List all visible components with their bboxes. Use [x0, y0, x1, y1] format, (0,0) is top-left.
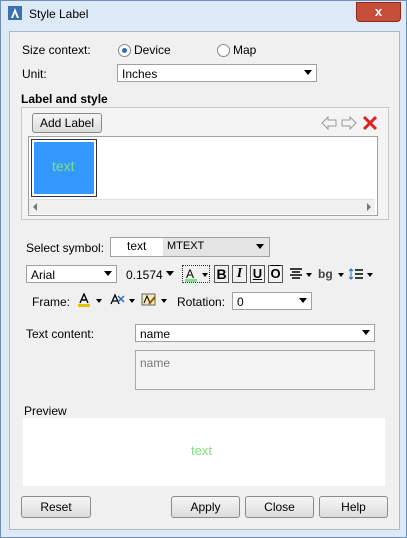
bold-button[interactable]: B: [214, 265, 229, 283]
text-content-label: Text content:: [26, 327, 95, 341]
chevron-down-icon: [166, 271, 174, 276]
scroll-left-icon[interactable]: [33, 203, 37, 211]
symbol-selector[interactable]: text MTEXT: [110, 237, 270, 257]
text-color-button[interactable]: A: [182, 265, 210, 283]
reset-button[interactable]: Reset: [21, 496, 91, 518]
frame-color-button[interactable]: [138, 291, 168, 309]
arrow-right-icon[interactable]: [340, 114, 358, 132]
chevron-down-icon: [104, 271, 112, 276]
text-content-value: name: [140, 327, 171, 341]
font-value: Arial: [31, 268, 56, 282]
chevron-down-icon: [96, 299, 102, 303]
radio-map-label[interactable]: Map: [233, 43, 256, 57]
unit-value: Inches: [122, 67, 158, 81]
style-label-dialog: Style Label x Size context: Device Map U…: [0, 0, 407, 538]
chevron-down-icon: [338, 273, 344, 277]
preview-text: text: [191, 443, 212, 458]
align-button[interactable]: [286, 265, 314, 283]
label-thumbnail[interactable]: text: [31, 139, 97, 197]
overline-button[interactable]: O: [268, 265, 283, 283]
close-icon: x: [374, 4, 383, 19]
radio-device-label[interactable]: Device: [134, 43, 171, 57]
arrow-left-icon[interactable]: [320, 114, 338, 132]
window-title: Style Label: [29, 7, 89, 21]
chevron-down-icon: [362, 330, 370, 335]
size-dropdown[interactable]: 0.1574: [121, 265, 179, 283]
unit-dropdown[interactable]: Inches: [117, 64, 317, 82]
font-color-icon: [78, 293, 90, 307]
size-value: 0.1574: [126, 268, 163, 282]
font-color-button[interactable]: [74, 291, 104, 309]
line-spacing-icon: [349, 268, 363, 280]
background-button[interactable]: bg: [316, 265, 344, 283]
chevron-down-icon: [304, 70, 312, 75]
rotation-dropdown[interactable]: 0: [232, 292, 312, 310]
delete-icon[interactable]: [361, 114, 379, 132]
radio-device[interactable]: [118, 44, 131, 57]
chevron-down-icon: [367, 273, 373, 277]
symbol-type-value: MTEXT: [167, 240, 205, 252]
frame-style-button[interactable]: [106, 291, 136, 309]
label-and-style-heading: Label and style: [21, 92, 108, 106]
font-dropdown[interactable]: Arial: [26, 265, 117, 283]
line-spacing-button[interactable]: [346, 265, 374, 283]
frame-style-icon: [110, 293, 125, 305]
size-context-label: Size context:: [22, 43, 91, 57]
autocad-map-icon: [8, 6, 22, 20]
symbol-text: text: [127, 239, 147, 253]
title-bar: Style Label x: [1, 1, 406, 27]
scroll-right-icon[interactable]: [367, 203, 371, 211]
background-glyph: bg: [318, 267, 333, 281]
underline-button[interactable]: U: [250, 265, 265, 283]
chevron-down-icon: [161, 299, 167, 303]
frame-label: Frame:: [32, 295, 71, 309]
chevron-down-icon: [299, 298, 307, 303]
chevron-down-icon: [129, 299, 135, 303]
horizontal-scrollbar[interactable]: [29, 199, 375, 214]
window-close-button[interactable]: x: [356, 2, 401, 22]
chevron-down-icon: [256, 244, 264, 249]
text-color-swatch: [185, 279, 197, 282]
apply-button[interactable]: Apply: [171, 496, 240, 518]
rotation-label: Rotation:: [177, 295, 226, 309]
chevron-down-icon: [202, 273, 208, 277]
help-button[interactable]: Help: [319, 496, 388, 518]
preview-panel: text: [23, 418, 385, 486]
close-button[interactable]: Close: [245, 496, 314, 518]
symbol-type-dropdown[interactable]: MTEXT: [163, 238, 269, 256]
text-content-editor[interactable]: name: [135, 350, 375, 390]
label-thumbnail-fill: text: [34, 142, 94, 194]
label-list[interactable]: text: [28, 136, 378, 216]
frame-color-icon: [141, 293, 156, 306]
radio-map[interactable]: [217, 44, 230, 57]
align-icon: [290, 268, 302, 279]
italic-button[interactable]: I: [232, 265, 247, 283]
text-content-preview: name: [140, 356, 171, 370]
label-thumbnail-text: text: [52, 158, 75, 174]
unit-label: Unit:: [22, 67, 47, 81]
add-label-button[interactable]: Add Label: [32, 113, 102, 133]
chevron-down-icon: [306, 273, 312, 277]
rotation-value: 0: [237, 295, 244, 309]
dialog-body: Size context: Device Map Unit: Inches La…: [9, 31, 400, 530]
select-symbol-label: Select symbol:: [26, 241, 105, 255]
text-content-dropdown[interactable]: name: [135, 324, 375, 342]
preview-label: Preview: [24, 404, 67, 418]
label-style-group: Add Label text: [21, 107, 389, 220]
